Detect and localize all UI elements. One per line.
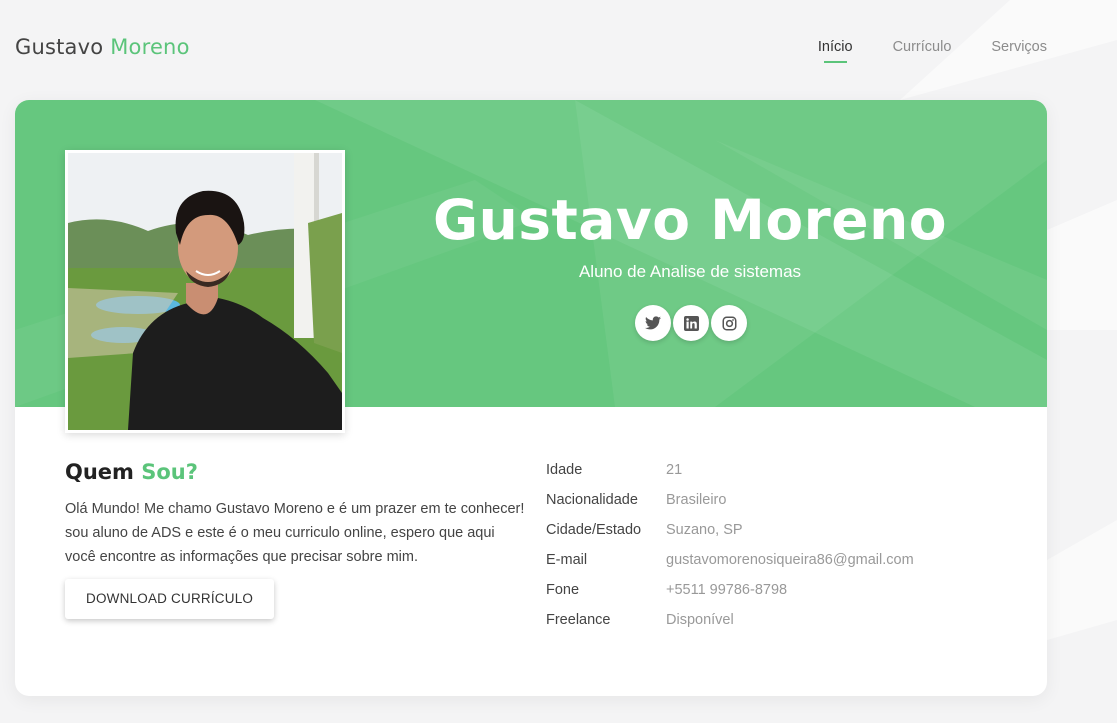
brand-logo[interactable]: Gustavo Moreno [15,35,190,59]
about-text: Olá Mundo! Me chamo Gustavo Moreno e é u… [65,501,525,565]
profile-photo-frame [65,150,345,433]
nav-item-servicos[interactable]: Serviços [991,39,1047,55]
info-label: Idade [546,462,583,478]
instagram-icon[interactable] [711,305,747,341]
nav-item-curriculo[interactable]: Currículo [893,39,952,55]
main-nav: Início Currículo Serviços [818,39,1047,63]
brand-first-name: Gustavo [15,35,104,59]
about-title: Quem Sou? [65,460,525,484]
info-label: Cidade/Estado [546,522,642,538]
linkedin-icon[interactable] [673,305,709,341]
info-row-cidade: Cidade/Estado Suzano, SP [546,518,1006,548]
download-cv-button[interactable]: Download Currículo [65,579,275,619]
info-value: 21 [666,462,683,478]
about-section: Quem Sou? Olá Mundo! Me chamo Gustavo Mo… [65,460,525,619]
info-value: Disponível [666,612,734,628]
profile-card: Gustavo Moreno Aluno de Analise de siste… [15,100,1047,696]
twitter-icon[interactable] [635,305,671,341]
hero-subtitle: Aluno de Analise de sistemas [578,262,802,281]
profile-photo [68,153,342,430]
about-title-accent: Sou? [141,460,198,484]
info-value: Suzano, SP [666,522,743,538]
info-row-idade: Idade 21 [546,458,1006,488]
social-links [635,305,747,341]
info-row-fone: Fone +5511 99786-8798 [546,578,1006,608]
info-value: +5511 99786-8798 [666,582,788,598]
info-label: Fone [546,582,580,598]
info-label: Nacionalidade [546,492,638,508]
navbar: Gustavo Moreno Início Currículo Serviços [0,0,1117,98]
personal-info-list: Idade 21 Nacionalidade Brasileiro Cidade… [546,458,1006,638]
nav-item-inicio[interactable]: Início [818,39,853,63]
info-row-freelance: Freelance Disponível [546,608,1006,638]
brand-last-name: Moreno [110,35,190,59]
info-label: E-mail [546,552,588,568]
info-value: Brasileiro [666,492,727,508]
info-row-email: E-mail gustavomorenosiqueira86@gmail.com [546,548,1006,578]
info-row-nacionalidade: Nacionalidade Brasileiro [546,488,1006,518]
info-label: Freelance [546,612,611,628]
info-value-email[interactable]: gustavomorenosiqueira86@gmail.com [666,548,914,578]
hero-name: Gustavo Moreno [432,188,948,252]
about-title-start: Quem [65,460,134,484]
